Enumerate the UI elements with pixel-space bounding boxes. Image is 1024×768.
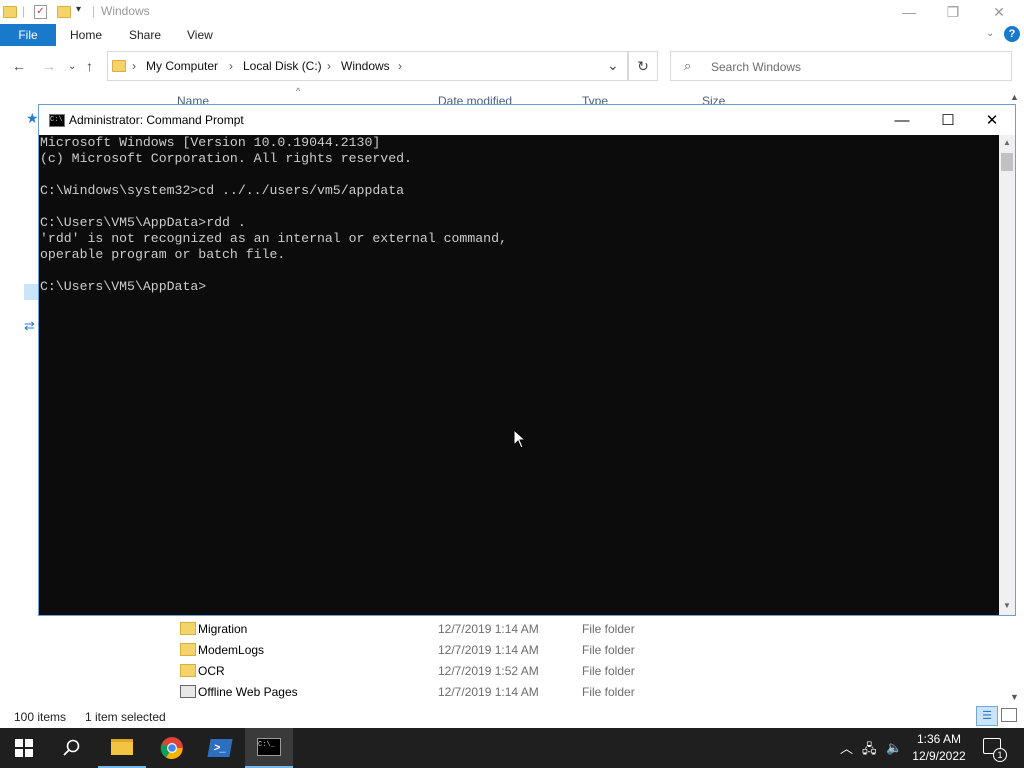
file-name: Migration (198, 622, 248, 636)
breadcrumb-my-computer[interactable]: My Computer (146, 59, 218, 73)
cmd-close-button[interactable]: ✕ (969, 105, 1015, 135)
file-type: File folder (582, 664, 635, 678)
forward-button[interactable]: → (42, 58, 56, 74)
file-explorer-icon (111, 739, 133, 755)
console-text: Microsoft Windows [Version 10.0.19044.21… (40, 135, 507, 294)
item-count: 100 items (14, 710, 67, 724)
address-dropdown-icon[interactable]: ⌄ (607, 57, 619, 74)
scroll-down-icon[interactable]: ▼ (1003, 601, 1011, 610)
breadcrumb-separator[interactable]: › (132, 59, 136, 73)
folder-icon (180, 643, 196, 656)
network-icon[interactable]: ⇄ (24, 318, 35, 334)
breadcrumb-separator[interactable]: › (327, 59, 331, 73)
expand-ribbon-icon[interactable]: ⌄ (986, 28, 994, 39)
selection-count: 1 item selected (85, 710, 166, 724)
file-name: ModemLogs (198, 643, 265, 657)
taskbar-command-prompt[interactable]: C:\_ (245, 728, 293, 768)
scroll-up-icon[interactable]: ▲ (1010, 92, 1019, 102)
clock-date: 12/9/2022 (912, 749, 966, 763)
details-view-icon[interactable]: ☰ (976, 706, 998, 726)
file-type: File folder (582, 643, 635, 657)
breadcrumb-separator[interactable]: › (229, 59, 233, 73)
breadcrumb-local-disk[interactable]: Local Disk (C:) (243, 59, 322, 73)
scroll-down-icon[interactable]: ▼ (1010, 692, 1019, 702)
breadcrumb-windows[interactable]: Windows (341, 59, 390, 73)
cmd-maximize-button[interactable]: ☐ (925, 105, 971, 135)
windows-logo-icon (15, 739, 33, 757)
file-name: OCR (198, 664, 225, 678)
cmd-minimize-button[interactable]: — (879, 105, 925, 135)
file-type: File folder (582, 685, 635, 699)
properties-icon[interactable]: ✓ (34, 5, 47, 19)
search-icon (63, 739, 80, 756)
help-button[interactable]: ? (1004, 26, 1020, 42)
quick-access-icon[interactable]: ★ (26, 110, 39, 127)
network-tray-icon[interactable]: 🖧 (862, 740, 877, 762)
explorer-maximize-button[interactable]: ❐ (930, 0, 976, 24)
show-hidden-icons-icon[interactable]: ︿ (840, 738, 853, 757)
start-button[interactable] (0, 728, 48, 768)
explorer-close-button[interactable]: ✕ (976, 0, 1022, 24)
chrome-icon (160, 737, 183, 759)
file-type: File folder (582, 622, 635, 636)
file-date: 12/7/2019 1:14 AM (438, 685, 539, 699)
cmd-icon[interactable]: C:\ (49, 114, 65, 127)
scroll-up-icon[interactable]: ▲ (1003, 138, 1011, 147)
folder-icon (180, 664, 196, 677)
powershell-icon: >_ (207, 739, 233, 757)
cmd-scrollbar[interactable] (999, 135, 1015, 615)
mouse-cursor-icon (513, 429, 527, 449)
explorer-title-bar (0, 0, 1024, 24)
file-date: 12/7/2019 1:14 AM (438, 622, 539, 636)
explorer-minimize-button[interactable]: — (886, 0, 932, 24)
list-item[interactable]: Offline Web Pages 12/7/2019 1:14 AM File… (176, 682, 776, 703)
volume-icon[interactable]: 🔈 (886, 740, 902, 756)
list-item[interactable]: OCR 12/7/2019 1:52 AM File folder (176, 661, 776, 682)
folder-icon (3, 6, 17, 18)
up-button[interactable]: ↑ (86, 58, 93, 74)
back-button[interactable]: ← (12, 58, 26, 74)
large-icons-view-icon[interactable] (1001, 708, 1017, 722)
folder-icon (180, 622, 196, 635)
offline-pages-icon (180, 685, 196, 698)
sort-arrow-icon: ^ (296, 86, 301, 96)
file-date: 12/7/2019 1:52 AM (438, 664, 539, 678)
explorer-title: Windows (101, 4, 150, 18)
breadcrumb-separator[interactable]: › (398, 59, 402, 73)
customize-qat-icon[interactable]: ▾ (76, 4, 81, 15)
list-item[interactable]: Migration 12/7/2019 1:14 AM File folder (176, 619, 776, 640)
taskbar-powershell[interactable]: >_ (196, 728, 244, 768)
cmd-taskbar-icon: C:\_ (257, 738, 281, 756)
list-item[interactable]: ModemLogs 12/7/2019 1:14 AM File folder (176, 640, 776, 661)
file-date: 12/7/2019 1:14 AM (438, 643, 539, 657)
recent-locations-icon[interactable]: ⌄ (68, 61, 76, 72)
tab-home[interactable]: Home (70, 28, 102, 42)
clock-time: 1:36 AM (916, 732, 962, 746)
file-name: Offline Web Pages (198, 685, 298, 699)
tab-share[interactable]: Share (129, 28, 161, 42)
taskbar-file-explorer[interactable] (98, 728, 146, 768)
taskbar-clock[interactable]: 1:36 AM 12/9/2022 (908, 731, 970, 765)
tab-view[interactable]: View (187, 28, 213, 42)
search-button[interactable] (48, 728, 96, 768)
tab-file[interactable]: File (0, 24, 56, 46)
command-prompt-window[interactable]: C:\ Administrator: Command Prompt — ☐ ✕ … (38, 104, 1016, 616)
notification-badge: 1 (993, 748, 1007, 762)
cmd-title: Administrator: Command Prompt (69, 113, 244, 127)
cmd-scroll-thumb[interactable] (1001, 153, 1013, 171)
this-pc-icon[interactable] (24, 284, 38, 300)
separator: | (22, 4, 26, 18)
search-icon: ⌕ (684, 58, 692, 73)
search-input[interactable]: Search Windows (711, 60, 801, 74)
folder-icon (112, 60, 126, 72)
taskbar-chrome[interactable] (148, 728, 196, 768)
new-folder-icon[interactable] (57, 6, 71, 18)
separator: | (92, 4, 96, 18)
console-output[interactable]: Microsoft Windows [Version 10.0.19044.21… (39, 135, 999, 615)
refresh-button[interactable]: ↻ (628, 51, 658, 81)
